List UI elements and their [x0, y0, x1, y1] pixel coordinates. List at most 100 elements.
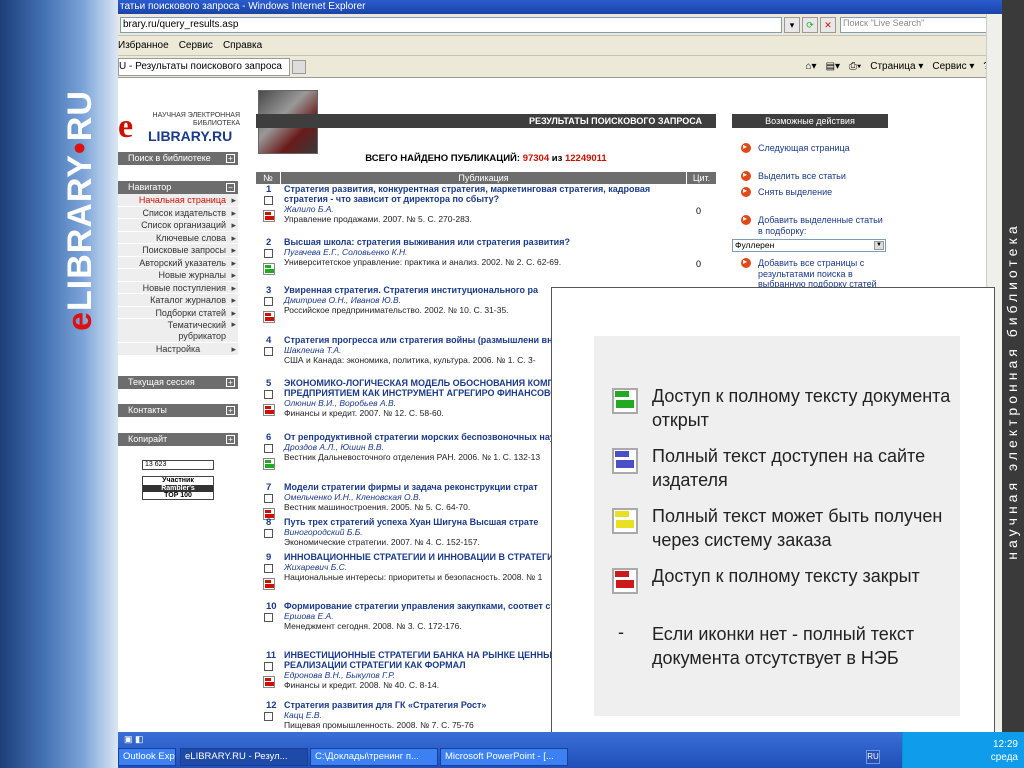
- publication-source: Финансы и кредит. 2008. № 40. С. 8-14.: [284, 680, 440, 690]
- menu-favorites[interactable]: Избранное: [118, 40, 169, 51]
- home-icon[interactable]: ⌂▾: [806, 61, 817, 72]
- sidebar-copyright-header[interactable]: Копирайт +: [118, 433, 238, 446]
- nav-publishers[interactable]: Список издательств: [118, 206, 238, 219]
- publication-authors[interactable]: Едронова В.Н., Быкулов Г.Р.: [284, 670, 395, 680]
- address-input[interactable]: brary.ru/query_results.asp: [120, 16, 782, 33]
- publication-authors[interactable]: Омельченко И.Н., Кленовская О.В.: [284, 492, 421, 502]
- elibrary-vertical-logo: eLIBRARY•RU: [60, 89, 99, 331]
- nav-settings[interactable]: Настройка: [118, 343, 238, 356]
- visit-counter[interactable]: 13 623: [142, 460, 214, 470]
- publication-authors[interactable]: Шаклеина Т.А.: [284, 345, 341, 355]
- rambler-top100-badge[interactable]: Участник Rambler's TOP 100: [142, 476, 214, 500]
- nav-search-queries[interactable]: Поисковые запросы: [118, 244, 238, 257]
- menu-help[interactable]: Справка: [223, 40, 262, 51]
- pdf-red-icon[interactable]: [263, 210, 275, 222]
- publication-authors[interactable]: Жихаревич Б.С.: [284, 562, 347, 572]
- publication-authors[interactable]: Пугачева Е.Г., Соловьенко К.Н.: [284, 247, 408, 257]
- windows-taskbar: ▣ ◧ Outlook Exp... eLIBRARY.RU - Резул..…: [118, 732, 1024, 768]
- publication-authors[interactable]: Виногородский Б.Б.: [284, 527, 363, 537]
- row-checkbox[interactable]: [264, 712, 273, 721]
- publication-authors[interactable]: Дроздов А.Л., Юшин В.В.: [284, 442, 384, 452]
- row-checkbox[interactable]: [264, 390, 273, 399]
- pdf-red-icon[interactable]: [263, 404, 275, 416]
- taskbar-outlook[interactable]: Outlook Exp...: [118, 748, 176, 766]
- row-number: 5: [266, 378, 272, 389]
- logo-caption: НАУЧНАЯ ЭЛЕКТРОННАЯ БИБЛИОТЕКА: [152, 112, 240, 127]
- pdf-green-icon[interactable]: [263, 458, 275, 470]
- action-select-all[interactable]: Выделить все статьи: [738, 170, 888, 182]
- page-menu[interactable]: Страница ▾: [870, 61, 923, 72]
- new-tab-button[interactable]: [292, 59, 306, 74]
- row-checkbox[interactable]: [264, 196, 273, 205]
- address-dropdown-icon[interactable]: ▾: [784, 16, 800, 33]
- action-add-all-pages[interactable]: Добавить все страницы с результатами пои…: [738, 257, 888, 290]
- nav-journal-catalog[interactable]: Каталог журналов: [118, 294, 238, 307]
- elibrary-logo[interactable]: e НАУЧНАЯ ЭЛЕКТРОННАЯ БИБЛИОТЕКА LIBRARY…: [118, 108, 240, 145]
- taskbar-powerpoint[interactable]: Microsoft PowerPoint - [...: [440, 748, 568, 766]
- print-icon[interactable]: ⎙▾: [849, 61, 861, 72]
- publication-authors[interactable]: Кацц Е.В.: [284, 710, 322, 720]
- publication-authors[interactable]: Ершова Е.А.: [284, 611, 334, 621]
- expand-icon[interactable]: +: [226, 435, 235, 444]
- feeds-icon[interactable]: ▤▾: [826, 61, 840, 72]
- menu-tools[interactable]: Сервис: [179, 40, 213, 51]
- nav-author-index[interactable]: Авторский указатель: [118, 256, 238, 269]
- language-indicator[interactable]: RU: [866, 750, 880, 764]
- nav-home[interactable]: Начальная страница: [118, 194, 238, 207]
- citation-count: 0: [696, 259, 702, 269]
- sidebar-contacts-header[interactable]: Контакты +: [118, 404, 238, 417]
- logo-letter: e: [118, 108, 134, 145]
- pdf-green-icon[interactable]: [263, 263, 275, 275]
- row-checkbox[interactable]: [264, 564, 273, 573]
- publication-authors[interactable]: Дмитриев О.Н., Иванов Ю.В.: [284, 295, 401, 305]
- row-checkbox[interactable]: [264, 662, 273, 671]
- row-checkbox[interactable]: [264, 613, 273, 622]
- nav-keywords[interactable]: Ключевые слова: [118, 231, 238, 244]
- action-next-page[interactable]: Следующая страница: [738, 142, 888, 154]
- taskbar-ie[interactable]: eLIBRARY.RU - Резул...: [180, 748, 308, 766]
- row-checkbox[interactable]: [264, 529, 273, 538]
- nav-organizations[interactable]: Список организаций: [118, 219, 238, 232]
- tools-menu[interactable]: Сервис ▾: [932, 61, 974, 72]
- publication-authors[interactable]: Олюнин В.И., Воробьев А.В.: [284, 398, 396, 408]
- action-add-selected[interactable]: Добавить выделенные статьи в подборку:: [738, 214, 888, 236]
- row-number: 3: [266, 285, 272, 296]
- expand-icon[interactable]: +: [226, 378, 235, 387]
- row-checkbox[interactable]: [264, 494, 273, 503]
- publication-title[interactable]: Высшая школа: стратегия выживания или ст…: [284, 237, 684, 247]
- nav-collections[interactable]: Подборки статей: [118, 306, 238, 319]
- collection-select[interactable]: Фуллерен ▼: [732, 239, 886, 252]
- publication-source: Университетское управление: практика и а…: [284, 257, 562, 267]
- sidebar-search-header[interactable]: Поиск в библиотеке +: [118, 152, 238, 165]
- expand-icon[interactable]: +: [226, 154, 235, 163]
- publication-authors[interactable]: Жалило Б.А.: [284, 204, 334, 214]
- pdf-red-icon[interactable]: [263, 311, 275, 323]
- clock[interactable]: 12:29 среда: [991, 738, 1018, 764]
- nav-new-journals[interactable]: Новые журналы: [118, 269, 238, 282]
- nav-new-arrivals[interactable]: Новые поступления: [118, 281, 238, 294]
- quick-launch[interactable]: ▣ ◧: [124, 734, 144, 745]
- taskbar-folder[interactable]: C:\Доклады\тренинг п...: [310, 748, 438, 766]
- row-checkbox[interactable]: [264, 347, 273, 356]
- sidebar-session-header[interactable]: Текущая сессия +: [118, 376, 238, 389]
- pdf-red-icon[interactable]: [263, 676, 275, 688]
- fulltext-legend-inset: Доступ к полному тексту документа открыт…: [551, 287, 995, 734]
- refresh-icon[interactable]: ⟳: [802, 16, 818, 33]
- nav-rubricator[interactable]: Тематический рубрикатор: [118, 319, 238, 343]
- stop-icon[interactable]: ✕: [820, 16, 836, 33]
- citation-count: 0: [696, 206, 702, 216]
- tab-query-results[interactable]: U - Результаты поискового запроса: [118, 57, 290, 76]
- search-input[interactable]: Поиск "Live Search": [840, 16, 988, 33]
- expand-icon[interactable]: +: [226, 406, 235, 415]
- row-checkbox[interactable]: [264, 297, 273, 306]
- row-checkbox[interactable]: [264, 249, 273, 258]
- action-clear-selection[interactable]: Снять выделение: [738, 186, 888, 198]
- arrow-icon: [741, 186, 751, 197]
- slide-left-band: eLIBRARY•RU: [0, 0, 118, 768]
- collapse-icon[interactable]: −: [226, 183, 235, 192]
- sidebar-navigator-header[interactable]: Навигатор −: [118, 181, 238, 194]
- row-checkbox[interactable]: [264, 444, 273, 453]
- pdf-red-icon[interactable]: [263, 578, 275, 590]
- vertical-library-caption: научная электронная библиотека: [1004, 222, 1020, 560]
- publication-title[interactable]: Стратегия развития, конкурентная стратег…: [284, 184, 684, 204]
